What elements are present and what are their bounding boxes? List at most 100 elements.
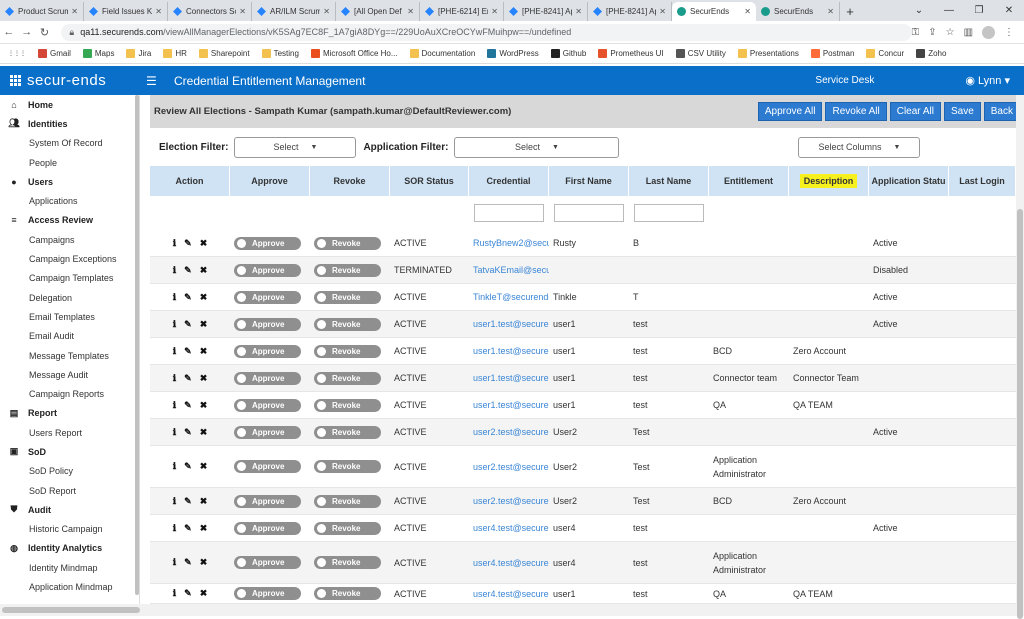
credential-value[interactable]: user2.test@securen — [473, 496, 549, 506]
sidebar-item-home[interactable]: ⌂ Home — [0, 95, 139, 114]
edit-icon[interactable]: ✎ — [184, 238, 192, 249]
sidebar-item-users[interactable]: ● Users — [0, 172, 139, 191]
sidebar-item-system-of-record[interactable]: System Of Record — [0, 134, 139, 153]
bookmark-item[interactable]: Jira — [126, 49, 151, 58]
delete-icon[interactable]: ✖ — [200, 346, 208, 357]
apps-grid-icon[interactable]: ⋮⋮⋮ — [8, 50, 26, 57]
edit-icon[interactable]: ✎ — [184, 588, 192, 599]
info-icon[interactable]: ℹ — [173, 461, 176, 472]
close-tab-icon[interactable]: ✕ — [659, 7, 666, 16]
url-input[interactable]: 🔒︎ qa11.securends.com /viewAllManagerEle… — [61, 23, 912, 41]
bookmark-item[interactable]: Maps — [82, 49, 114, 58]
credential-cell[interactable]: user2.test@securen — [469, 446, 549, 487]
info-icon[interactable]: ℹ — [173, 557, 176, 568]
revoke-toggle[interactable]: Revoke — [314, 587, 381, 600]
approve-toggle[interactable]: Approve — [234, 425, 301, 439]
column-header-revoke[interactable]: Revoke — [310, 166, 390, 196]
sidebar-item-historic-campaign[interactable]: Historic Campaign — [0, 520, 139, 539]
approve-toggle[interactable]: Approve — [234, 317, 301, 331]
sidebar-item-application-mindmap[interactable]: Application Mindmap — [0, 577, 139, 596]
reload-icon[interactable]: ↻ — [36, 26, 54, 39]
tab-search-icon[interactable]: ⌄ — [904, 5, 934, 16]
credential-value[interactable]: user4.test@securen — [473, 523, 549, 533]
credential-cell[interactable]: user4.test@securen — [469, 542, 549, 583]
approve-toggle[interactable]: Approve — [234, 521, 301, 535]
edit-icon[interactable]: ✎ — [184, 461, 192, 472]
credential-value[interactable]: user1.test@securen — [473, 319, 549, 329]
application-filter-select[interactable]: Select ▼ — [454, 136, 620, 158]
credential-cell[interactable]: user2.test@securen — [469, 488, 549, 514]
revoke-toggle[interactable]: Revoke — [314, 494, 381, 508]
approve-toggle[interactable]: Approve — [234, 398, 301, 412]
column-header-entitlement[interactable]: Entitlement — [709, 166, 789, 196]
revoke-toggle[interactable]: Revoke — [314, 290, 381, 304]
main-scrollbar[interactable] — [1016, 95, 1024, 619]
sidebar-item-report[interactable]: ▤ Report — [0, 404, 139, 423]
sidebar-item-message-audit[interactable]: Message Audit — [0, 365, 139, 384]
delete-icon[interactable]: ✖ — [200, 292, 208, 303]
menu-dots-icon[interactable]: ⋮ — [1004, 27, 1014, 38]
bookmark-item[interactable]: CSV Utility — [675, 49, 726, 58]
approve-toggle[interactable]: Approve — [234, 290, 301, 304]
revoke-toggle[interactable]: Revoke — [314, 344, 381, 358]
credential-filter-input[interactable] — [474, 204, 544, 222]
delete-icon[interactable]: ✖ — [200, 523, 208, 534]
bookmark-item[interactable]: Documentation — [409, 49, 475, 58]
credential-cell[interactable]: user4.test@securen — [469, 515, 549, 541]
sidebar-item-sod[interactable]: ▣ SoD — [0, 442, 139, 461]
approve-toggle[interactable]: Approve — [234, 371, 301, 385]
column-header-sor-status[interactable]: SOR Status — [390, 166, 469, 196]
browser-tab[interactable]: SecurEnds ✕ — [756, 2, 840, 21]
sidebar-item-email-audit[interactable]: Email Audit — [0, 327, 139, 346]
credential-cell[interactable]: TinkleT@securends — [469, 284, 549, 310]
back-arrow-icon[interactable]: ← — [0, 26, 18, 38]
sidebar-item-applications[interactable]: Applications — [0, 191, 139, 210]
sidebar-item-identity-analytics[interactable]: ◍ Identity Analytics — [0, 539, 139, 558]
edit-icon[interactable]: ✎ — [184, 496, 192, 507]
last-name-filter-input[interactable] — [634, 204, 704, 222]
info-icon[interactable]: ℹ — [173, 588, 176, 599]
column-header-action[interactable]: Action — [150, 166, 230, 196]
election-filter-select[interactable]: Select ▼ — [234, 136, 357, 158]
approve-toggle[interactable]: Approve — [234, 460, 301, 473]
info-icon[interactable]: ℹ — [173, 265, 176, 276]
bookmark-item[interactable]: Microsoft Office Ho... — [310, 49, 398, 58]
approve-all-button[interactable]: Approve All — [757, 102, 823, 121]
delete-icon[interactable]: ✖ — [200, 400, 208, 411]
edit-icon[interactable]: ✎ — [184, 427, 192, 438]
sidebar-item-message-templates[interactable]: Message Templates — [0, 346, 139, 365]
info-icon[interactable]: ℹ — [173, 523, 176, 534]
column-header-application-statu[interactable]: Application Statu — [869, 166, 949, 196]
bookmark-item[interactable]: Github — [550, 49, 586, 58]
browser-tab[interactable]: [PHE-8241] Ap ✕ — [588, 2, 672, 21]
sidebar-item-campaigns[interactable]: Campaigns — [0, 230, 139, 249]
bookmark-item[interactable]: Zoho — [916, 49, 946, 58]
credential-cell[interactable]: RustyBnew2@secur — [469, 230, 549, 256]
sidebar-item-email-templates[interactable]: Email Templates — [0, 307, 139, 326]
info-icon[interactable]: ℹ — [173, 292, 176, 303]
minimize-icon[interactable]: — — [934, 5, 964, 16]
profile-avatar[interactable] — [982, 25, 996, 39]
credential-value[interactable]: user4.test@securen — [473, 558, 549, 568]
close-tab-icon[interactable]: ✕ — [155, 7, 162, 16]
info-icon[interactable]: ℹ — [173, 400, 176, 411]
service-desk-link[interactable]: Service Desk — [815, 75, 874, 86]
sidebar-item-sod-report[interactable]: SoD Report — [0, 481, 139, 500]
edit-icon[interactable]: ✎ — [184, 292, 192, 303]
revoke-toggle[interactable]: Revoke — [314, 263, 381, 277]
revoke-toggle[interactable]: Revoke — [314, 460, 381, 473]
user-menu[interactable]: ◉ Lynn ▾ — [965, 74, 1010, 87]
bookmark-item[interactable]: WordPress — [487, 49, 539, 58]
clear-all-button[interactable]: Clear All — [889, 102, 941, 121]
revoke-toggle[interactable]: Revoke — [314, 556, 381, 569]
sidebar-item-campaign-reports[interactable]: Campaign Reports — [0, 384, 139, 403]
edit-icon[interactable]: ✎ — [184, 400, 192, 411]
close-tab-icon[interactable]: ✕ — [827, 7, 834, 16]
hamburger-menu-icon[interactable]: ☰ — [146, 74, 160, 88]
browser-tab[interactable]: SecurEnds ✕ — [672, 2, 756, 21]
side-panel-icon[interactable]: ▥ — [964, 27, 973, 38]
sidebar-item-delegation[interactable]: Delegation — [0, 288, 139, 307]
browser-tab[interactable]: Connectors Sc ✕ — [168, 2, 252, 21]
browser-tab[interactable]: AR/ILM Scrum ✕ — [252, 2, 336, 21]
revoke-toggle[interactable]: Revoke — [314, 398, 381, 412]
